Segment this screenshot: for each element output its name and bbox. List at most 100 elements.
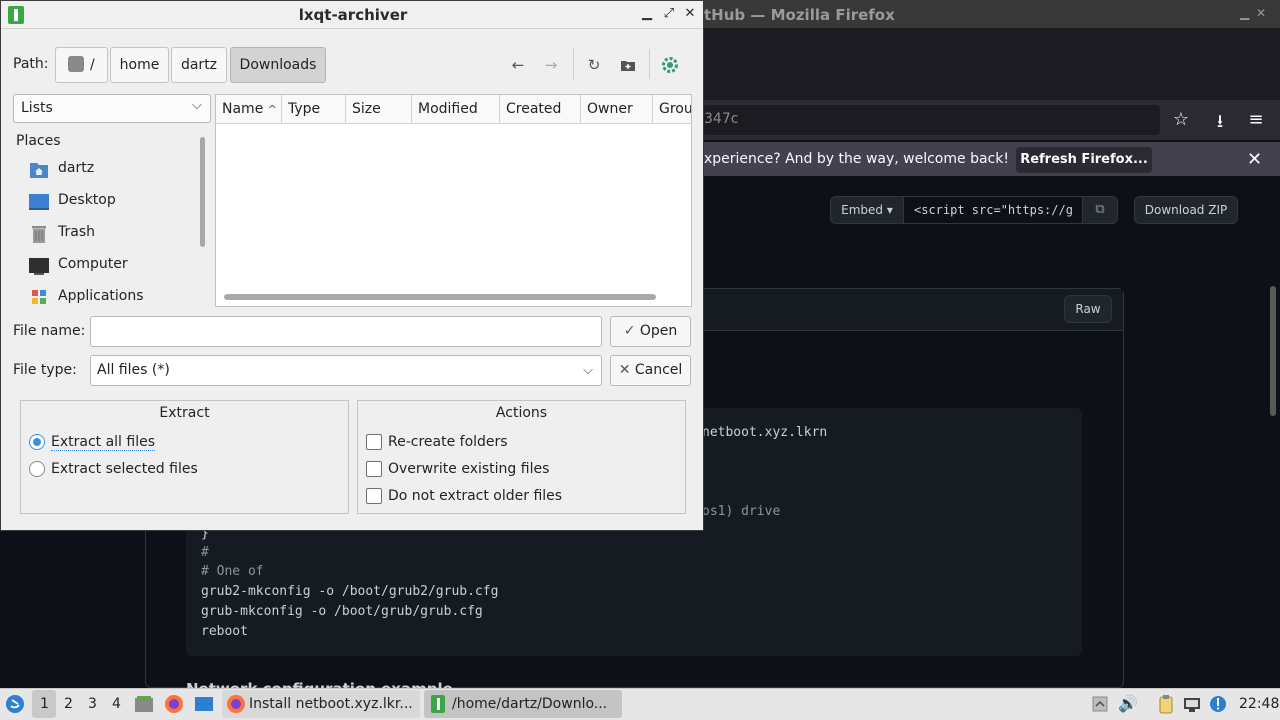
path-crumb-dartz[interactable]: dartz xyxy=(171,47,227,83)
close-icon[interactable]: ✕ xyxy=(682,6,698,21)
volume-icon[interactable]: 🔊 xyxy=(1118,694,1138,714)
copy-icon[interactable]: ⧉ xyxy=(1082,196,1118,224)
column-header-modified[interactable]: Modified xyxy=(412,95,500,124)
download-icon[interactable]: ⭳ xyxy=(1209,109,1231,139)
clipboard-icon[interactable] xyxy=(1156,694,1176,714)
taskbar xyxy=(0,688,1280,720)
file-type-select[interactable]: All files (*) ⌵ xyxy=(90,355,602,386)
task-archiver-label[interactable]: /home/dartz/Downlo... xyxy=(452,696,607,712)
places-item-label: Trash xyxy=(58,224,95,240)
task-firefox-label[interactable]: Install netboot.xyz.lkr... xyxy=(249,696,413,712)
column-header-name[interactable]: Name ^ xyxy=(216,95,282,124)
skip-older-files-label[interactable]: Do not extract older files xyxy=(388,488,562,504)
workspace-4[interactable]: 4 xyxy=(112,696,121,712)
path-crumb-home[interactable]: home xyxy=(110,47,169,83)
firefox-icon[interactable] xyxy=(164,694,184,714)
maximize-icon[interactable]: ⤢ xyxy=(661,6,677,21)
cancel-button-label: Cancel xyxy=(634,362,683,378)
toolbar-separator xyxy=(573,49,574,79)
start-menu-icon[interactable] xyxy=(5,694,25,714)
refresh-firefox-button[interactable]: Refresh Firefox... xyxy=(1016,147,1152,173)
download-zip-button[interactable]: Download ZIP xyxy=(1134,196,1238,224)
recreate-folders-label[interactable]: Re-create folders xyxy=(388,434,508,450)
computer-icon xyxy=(29,257,49,275)
overwrite-files-checkbox[interactable] xyxy=(366,461,382,477)
column-header-owner[interactable]: Owner xyxy=(581,95,653,124)
minimize-icon[interactable]: ▁ xyxy=(639,6,655,21)
update-notifier-icon[interactable] xyxy=(1208,694,1228,714)
extract-all-radio[interactable] xyxy=(29,434,45,450)
places-scrollbar[interactable] xyxy=(200,137,205,247)
extract-all-label[interactable]: Extract all files xyxy=(51,434,156,451)
url-text: 347c xyxy=(704,111,739,127)
places-item-dartz[interactable]: dartz xyxy=(29,159,199,183)
file-list-horizontal-scrollbar[interactable] xyxy=(224,294,656,300)
workspace-3[interactable]: 3 xyxy=(88,696,97,712)
menu-icon[interactable]: ≡ xyxy=(1245,109,1267,130)
code-line: grub-mkconfig -o /boot/grub/grub.cfg xyxy=(201,604,483,619)
column-header-created[interactable]: Created xyxy=(500,95,581,124)
workspace-1[interactable]: 1 xyxy=(40,696,49,712)
extract-selected-radio[interactable] xyxy=(29,461,45,477)
firefox-window-title: tHub — Mozilla Firefox xyxy=(704,6,895,24)
settings-gear-icon[interactable] xyxy=(658,54,682,76)
workspace-2[interactable]: 2 xyxy=(64,696,73,712)
raw-button[interactable]: Raw xyxy=(1064,295,1112,323)
path-crumb-root[interactable]: / xyxy=(55,47,108,83)
clock[interactable]: 22:48 xyxy=(1239,696,1279,712)
code-line: reboot xyxy=(201,624,248,639)
close-icon[interactable]: ✕ xyxy=(1247,149,1262,170)
show-desktop-icon[interactable] xyxy=(194,694,214,714)
actions-group-title: Actions xyxy=(495,405,548,421)
new-folder-icon[interactable] xyxy=(616,54,640,76)
column-header-size[interactable]: Size xyxy=(346,95,412,124)
file-manager-icon[interactable] xyxy=(134,694,154,714)
places-item-label: Desktop xyxy=(58,192,116,208)
places-item-applications[interactable]: Applications xyxy=(29,287,199,311)
trash-icon xyxy=(29,225,49,243)
forward-arrow-icon[interactable]: → xyxy=(539,54,563,76)
file-name-input[interactable] xyxy=(90,316,602,347)
places-item-desktop[interactable]: Desktop xyxy=(29,191,199,215)
places-heading: Places xyxy=(16,133,61,149)
code-line: netboot.xyz.lkrn xyxy=(702,425,828,440)
chevron-down-icon: ⌵ xyxy=(192,98,202,113)
drive-icon xyxy=(68,56,84,72)
places-view-select[interactable]: Lists ⌵ xyxy=(13,94,211,123)
column-header-label: Name xyxy=(222,101,264,117)
minimize-icon[interactable]: ▁ xyxy=(1240,6,1249,20)
embed-code-input[interactable]: <script src="https://g xyxy=(903,196,1083,224)
file-type-value: All files (*) xyxy=(97,362,170,378)
applications-icon xyxy=(29,289,49,307)
home-folder-icon xyxy=(29,161,49,179)
page-scrollbar[interactable] xyxy=(1270,286,1276,416)
open-button[interactable]: ✓ Open xyxy=(610,316,691,347)
places-item-computer[interactable]: Computer xyxy=(29,255,199,279)
overwrite-files-label[interactable]: Overwrite existing files xyxy=(388,461,549,477)
extract-selected-label[interactable]: Extract selected files xyxy=(51,461,198,477)
close-icon[interactable]: ✕ xyxy=(1256,6,1266,20)
network-icon[interactable] xyxy=(1182,694,1202,714)
archiver-icon xyxy=(428,694,448,714)
skip-older-files-checkbox[interactable] xyxy=(366,488,382,504)
column-header-group[interactable]: Group xyxy=(653,95,691,124)
toolbar-separator xyxy=(649,49,650,79)
open-button-label: Open xyxy=(639,323,678,339)
column-header-type[interactable]: Type xyxy=(282,95,346,124)
checkmark-icon: ✓ xyxy=(623,323,636,339)
bookmark-star-icon[interactable]: ☆ xyxy=(1170,109,1192,130)
places-item-trash[interactable]: Trash xyxy=(29,223,199,247)
recreate-folders-checkbox[interactable] xyxy=(366,434,382,450)
path-crumb-downloads[interactable]: Downloads xyxy=(230,47,326,83)
file-list[interactable]: Name ^ Type Size Modified Created Owner … xyxy=(215,94,692,307)
cancel-button[interactable]: ✕ Cancel xyxy=(610,355,691,386)
code-line: os1) drive xyxy=(702,504,781,519)
places-item-label: Applications xyxy=(58,288,144,304)
reload-icon[interactable]: ↻ xyxy=(582,54,606,76)
file-type-label: File type: xyxy=(13,362,77,378)
chevron-down-icon: ⌵ xyxy=(583,363,593,378)
url-bar[interactable] xyxy=(702,105,1160,135)
back-arrow-icon[interactable]: ← xyxy=(506,54,530,76)
embed-dropdown-button[interactable]: Embed ▾ xyxy=(830,196,904,224)
tray-expand-icon[interactable] xyxy=(1090,694,1110,714)
